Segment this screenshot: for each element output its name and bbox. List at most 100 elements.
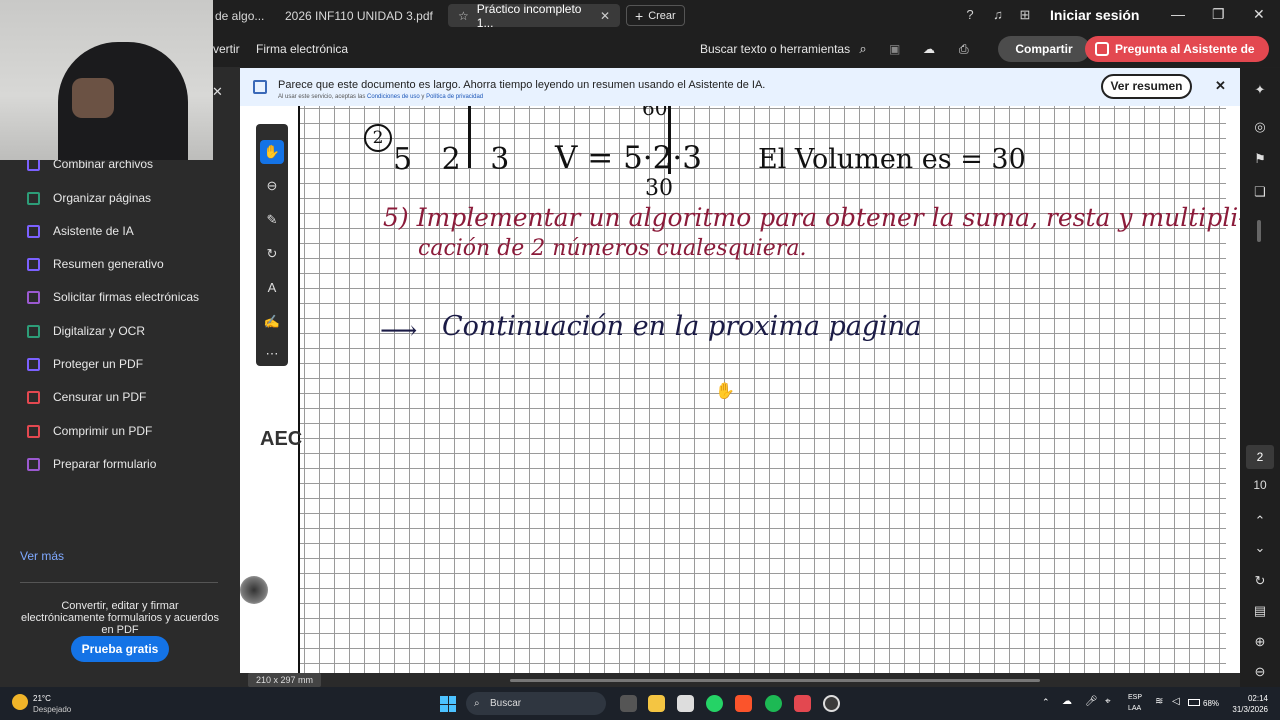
help-icon[interactable]: ? bbox=[962, 7, 978, 23]
convert-menu[interactable]: vertir bbox=[213, 42, 240, 56]
lasso-icon[interactable]: ↻ bbox=[260, 242, 284, 266]
ai-assistant-icon[interactable]: ✦ bbox=[1252, 82, 1268, 98]
weather-temperature[interactable]: 21°C bbox=[33, 694, 51, 703]
current-page-field[interactable]: 2 bbox=[1246, 445, 1274, 469]
banner-close-icon[interactable]: ✕ bbox=[1215, 78, 1226, 94]
text-select-icon[interactable]: A bbox=[260, 276, 284, 300]
zoom-out-icon[interactable]: ⊖ bbox=[1252, 664, 1268, 680]
rotate-icon[interactable]: ↻ bbox=[1252, 573, 1268, 589]
more-tools-icon[interactable]: ⋯ bbox=[260, 342, 284, 366]
maximize-icon[interactable]: ❐ bbox=[1212, 6, 1225, 23]
location-icon[interactable]: ⌖ bbox=[1105, 696, 1111, 707]
handwriting-result: El Volumen es = 30 bbox=[758, 144, 1026, 175]
sidebar-item[interactable]: Proteger un PDF bbox=[27, 354, 143, 374]
sidebar-item[interactable]: Organizar páginas bbox=[27, 188, 151, 208]
tab-label: Práctico incompleto 1... bbox=[476, 1, 582, 30]
handwriting-top-partial: 60 bbox=[642, 106, 668, 120]
clock-date[interactable]: 31/3/2026 bbox=[1222, 705, 1268, 714]
window-close-icon[interactable]: ✕ bbox=[1253, 6, 1265, 23]
sidebar-item[interactable]: Preparar formulario bbox=[27, 454, 156, 474]
start-icon[interactable] bbox=[440, 696, 456, 712]
minimize-icon[interactable]: — bbox=[1171, 6, 1185, 22]
spotify-icon[interactable] bbox=[765, 695, 782, 712]
horizontal-scrollbar[interactable] bbox=[510, 679, 1040, 682]
save-icon[interactable]: ▣ bbox=[889, 42, 900, 56]
free-trial-button[interactable]: Prueba gratis bbox=[71, 636, 169, 662]
share-button[interactable]: Compartir bbox=[998, 36, 1090, 62]
bookmark-icon[interactable]: ⚑ bbox=[1252, 151, 1268, 167]
whatsapp-icon[interactable] bbox=[706, 695, 723, 712]
acrobat-icon[interactable] bbox=[794, 695, 811, 712]
wifi-icon[interactable]: ≋ bbox=[1155, 696, 1163, 707]
tool-icon bbox=[27, 224, 40, 238]
chevron-up-icon[interactable]: ⌃ bbox=[1252, 513, 1268, 529]
battery-percent[interactable]: 68% bbox=[1203, 699, 1219, 708]
see-more-link[interactable]: Ver más bbox=[20, 549, 64, 563]
create-button[interactable]: + Crear bbox=[626, 5, 685, 26]
comment-icon[interactable]: ◎ bbox=[1252, 119, 1268, 135]
volume-icon[interactable]: ◁ bbox=[1172, 696, 1180, 707]
hand-tool-icon[interactable]: ✋ bbox=[260, 140, 284, 164]
terms-link[interactable]: Condiciones de uso bbox=[367, 94, 420, 100]
print-icon[interactable]: ⎙ bbox=[959, 42, 969, 57]
tab-unidad3-pdf[interactable]: 2026 INF110 UNIDAD 3.pdf bbox=[275, 4, 443, 27]
sidebar-item[interactable]: Censurar un PDF bbox=[27, 387, 146, 407]
weather-moon-icon[interactable] bbox=[12, 694, 28, 710]
cloud-upload-icon[interactable]: ☁ bbox=[923, 42, 935, 56]
chevron-down-icon[interactable]: ⌄ bbox=[1252, 540, 1268, 556]
task-view-icon[interactable] bbox=[620, 695, 637, 712]
tab-algorithm-pdf[interactable]: de algo... bbox=[205, 4, 274, 27]
chrome-icon[interactable] bbox=[823, 695, 840, 712]
microphone-icon[interactable]: 🎤︎ bbox=[1085, 696, 1098, 707]
tab-practico-incompleto[interactable]: ☆ Práctico incompleto 1... ✕ bbox=[448, 1, 620, 30]
taskbar-search[interactable]: ⌕ Buscar bbox=[466, 692, 606, 715]
find-tools-label: Buscar texto o herramientas bbox=[700, 42, 851, 56]
bell-icon[interactable]: ♫ bbox=[990, 7, 1006, 23]
scrollbar-thumb[interactable] bbox=[1257, 220, 1261, 242]
panel-close-icon[interactable]: ✕ bbox=[212, 84, 223, 100]
battery-icon[interactable] bbox=[1188, 699, 1200, 706]
keyboard-layout[interactable]: LAA bbox=[1128, 705, 1141, 712]
sidebar-item-label: Organizar páginas bbox=[53, 191, 152, 205]
brave-icon[interactable] bbox=[735, 695, 752, 712]
copy-icon[interactable]: ❏ bbox=[1252, 184, 1268, 200]
tools-panel: Editar un PDFCrear un PDFCombinar archiv… bbox=[0, 67, 240, 687]
sidebar-item-label: Comprimir un PDF bbox=[53, 424, 153, 438]
pen-icon[interactable]: ✎ bbox=[260, 208, 284, 232]
weather-description[interactable]: Despejado bbox=[33, 705, 71, 714]
onedrive-icon[interactable]: ☁ bbox=[1062, 696, 1072, 707]
privacy-link[interactable]: Política de privacidad bbox=[426, 94, 483, 100]
sidebar-item[interactable]: Digitalizar y OCR bbox=[27, 321, 145, 341]
zoom-in-icon[interactable]: ⊕ bbox=[1252, 634, 1268, 650]
tool-icon bbox=[27, 357, 40, 371]
signin-button[interactable]: Iniciar sesión bbox=[1050, 7, 1139, 23]
sidebar-item-label: Proteger un PDF bbox=[53, 357, 144, 371]
sidebar-item[interactable]: Solicitar firmas electrónicas bbox=[27, 287, 199, 307]
tool-icon bbox=[27, 424, 40, 438]
file-explorer-icon[interactable] bbox=[648, 695, 665, 712]
close-icon[interactable]: ✕ bbox=[600, 9, 610, 23]
divider bbox=[20, 582, 218, 583]
tray-chevron-icon[interactable]: ⌃ bbox=[1042, 697, 1050, 708]
plus-icon: + bbox=[635, 7, 644, 24]
keyboard-language[interactable]: ESP bbox=[1128, 694, 1142, 701]
tab-label: 2026 INF110 UNIDAD 3.pdf bbox=[285, 8, 433, 23]
find-tools-input[interactable]: Buscar texto o herramientas ⌕ bbox=[700, 41, 867, 57]
sign-icon[interactable]: ✍ bbox=[260, 310, 284, 334]
tool-icon bbox=[27, 257, 40, 271]
document-viewer[interactable]: 60 2 5 2 3 V = 5·2·3 30 El Volumen es = … bbox=[240, 106, 1240, 687]
tool-icon bbox=[27, 324, 40, 338]
ai-assistant-button[interactable]: Pregunta al Asistente de IA bbox=[1085, 36, 1269, 82]
apps-grid-icon[interactable]: ⊞ bbox=[1017, 7, 1033, 23]
zoom-out-icon[interactable]: ⊖ bbox=[260, 174, 284, 198]
create-label: Crear bbox=[648, 9, 676, 22]
store-icon[interactable] bbox=[677, 695, 694, 712]
sidebar-item[interactable]: Comprimir un PDF bbox=[27, 421, 152, 441]
sidebar-item[interactable]: Asistente de IA bbox=[27, 221, 134, 241]
page-fit-icon[interactable]: ▤ bbox=[1252, 603, 1268, 619]
sidebar-item[interactable]: Resumen generativo bbox=[27, 254, 164, 274]
star-icon[interactable]: ☆ bbox=[458, 9, 469, 23]
view-summary-button[interactable]: Ver resumen bbox=[1101, 74, 1192, 99]
clock-time[interactable]: 02:14 bbox=[1232, 694, 1268, 703]
esign-menu[interactable]: Firma electrónica bbox=[256, 42, 348, 56]
